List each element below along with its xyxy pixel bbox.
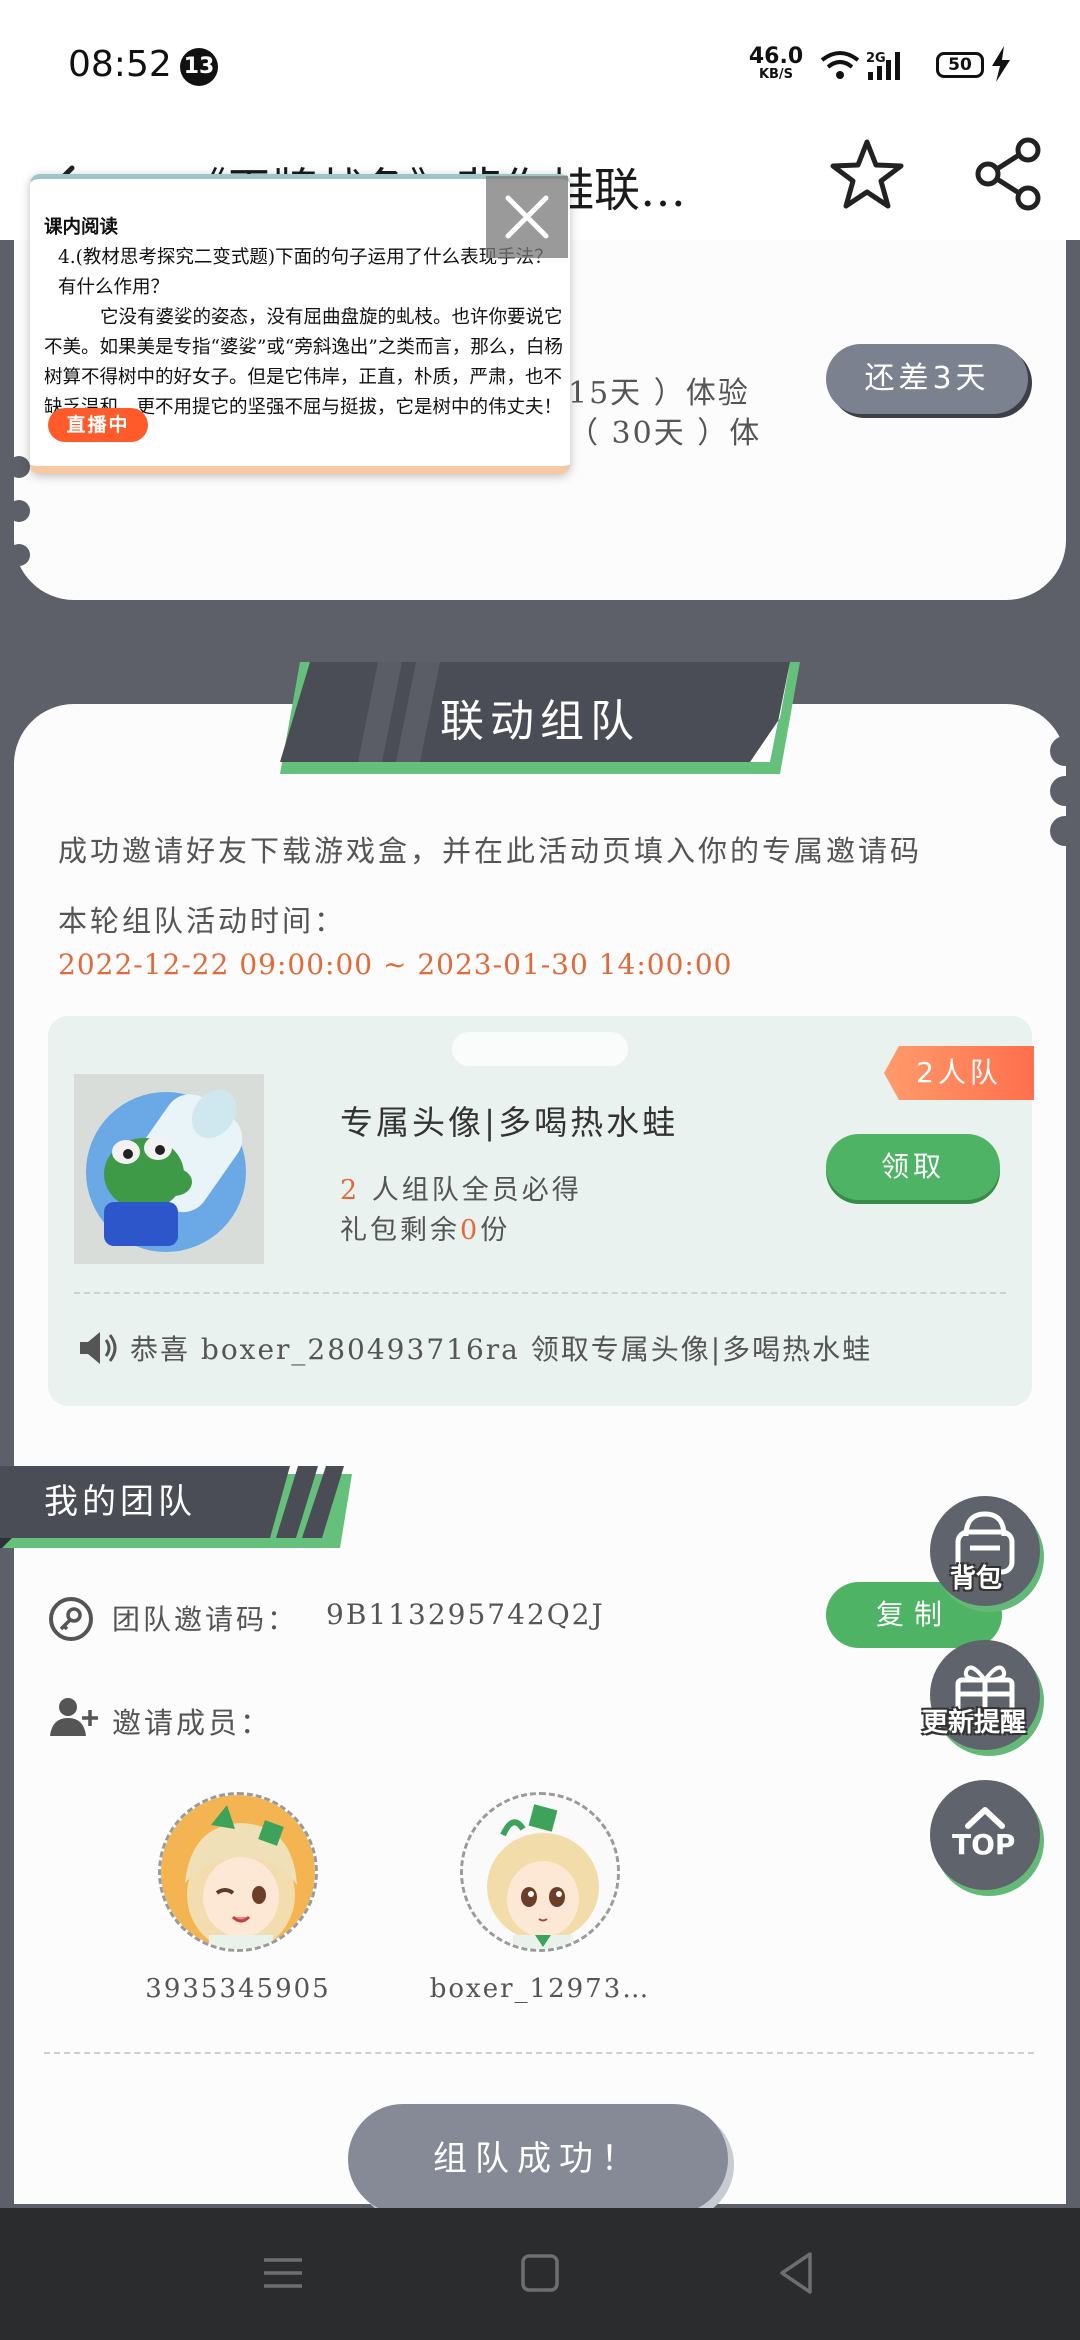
- invite-code-value: 9B113295742Q2J: [326, 1598, 605, 1631]
- menu-icon[interactable]: [258, 2248, 308, 2298]
- reward-remaining-suffix: 份: [480, 1215, 511, 1246]
- team-success-button[interactable]: 组队成功！: [348, 2104, 728, 2214]
- update-reminder-label: 更新提醒: [922, 1708, 1027, 1738]
- lesson-passage: 它没有婆娑的姿态，没有屈曲盘旋的虬枝。也许你要说它不美。如果美是专指“婆娑”或“…: [44, 307, 563, 418]
- reward-avatar: [74, 1074, 264, 1264]
- reward-remaining: 礼包剩余0份: [340, 1208, 510, 1247]
- live-badge: 直播中: [48, 408, 148, 442]
- reward-divider: [74, 1292, 1006, 1294]
- reward-remaining-count: 0: [460, 1215, 481, 1246]
- members-label: 邀请成员：: [112, 1706, 273, 1740]
- charging-bolt-icon: [992, 46, 1010, 82]
- signal-type-label: 2G: [866, 51, 886, 66]
- team-member[interactable]: 3935345905: [118, 1792, 358, 2004]
- network-speed-value: 46.0: [748, 44, 804, 69]
- claim-announcement: 恭喜 boxer_280493716ra 领取专属头像|多喝热水蛙: [130, 1333, 873, 1366]
- battery-icon: 50: [936, 52, 984, 78]
- speaker-icon: [80, 1332, 117, 1364]
- notification-count-badge: 13: [180, 48, 218, 86]
- reward-condition-count: 2: [340, 1175, 361, 1206]
- home-square-icon[interactable]: [515, 2248, 565, 2298]
- reward-condition: 2 人组队全员必得: [340, 1168, 582, 1207]
- stage-line-1: 15天 ）体验: [568, 376, 750, 411]
- member-name: 3935345905: [145, 1974, 331, 2004]
- wifi-signal-icon: 2G: [820, 51, 900, 80]
- invite-description: 成功邀请好友下载游戏盒，并在此活动页填入你的专属邀请码: [58, 834, 923, 868]
- status-time: 08:52: [68, 44, 172, 85]
- back-to-top-label: TOP: [952, 1828, 1016, 1861]
- round-time-range: 2022-12-22 09:00:00 ~ 2023-01-30 14:00:0…: [58, 948, 733, 981]
- add-user-icon: [50, 1698, 98, 1736]
- network-speed: 46.0 KB/S: [746, 46, 806, 82]
- my-team-title: 我的团队: [44, 1482, 196, 1522]
- section-title: 联动组队: [440, 696, 640, 747]
- days-remaining-button[interactable]: 还差3天: [826, 344, 1028, 414]
- stage-line-2: （ 30天 ）体: [568, 416, 762, 451]
- member-name: boxer_12973…: [429, 1974, 651, 2004]
- member-avatar: [460, 1792, 620, 1952]
- share-icon[interactable]: [970, 134, 1050, 214]
- system-nav-bar: [0, 2208, 1080, 2340]
- reward-remaining-prefix: 礼包剩余: [340, 1215, 460, 1246]
- key-icon: [49, 1597, 93, 1641]
- team-size-tag: 2人队: [884, 1046, 1034, 1100]
- team-member[interactable]: boxer_12973…: [420, 1792, 660, 2004]
- ticket-notch-dots: [8, 456, 30, 588]
- right-notch-dots: [1050, 736, 1080, 856]
- invite-code-label: 团队邀请码：: [112, 1603, 299, 1636]
- close-icon: [505, 195, 549, 239]
- back-triangle-icon[interactable]: [772, 2248, 822, 2298]
- network-speed-unit: KB/S: [758, 67, 794, 82]
- reward-name: 专属头像|多喝热水蛙: [340, 1103, 679, 1142]
- frog-avatar-image: [86, 1089, 246, 1252]
- status-bar: 08:52 13 46.0 KB/S 2G 50: [0, 0, 1080, 130]
- round-time-label: 本轮组队活动时间：: [58, 904, 347, 938]
- member-avatar: [158, 1792, 318, 1952]
- anime-girl-avatar-image: [161, 1795, 315, 1949]
- members-divider: [44, 2052, 1034, 2054]
- backpack-label: 背包: [950, 1564, 1003, 1594]
- close-overlay-button[interactable]: [486, 176, 568, 258]
- star-icon[interactable]: [826, 134, 908, 216]
- anime-boy-avatar-image: [463, 1795, 617, 1949]
- claim-button[interactable]: 领取: [826, 1134, 1000, 1200]
- reward-box-handle: [452, 1032, 628, 1066]
- reward-condition-text: 人组队全员必得: [360, 1175, 582, 1206]
